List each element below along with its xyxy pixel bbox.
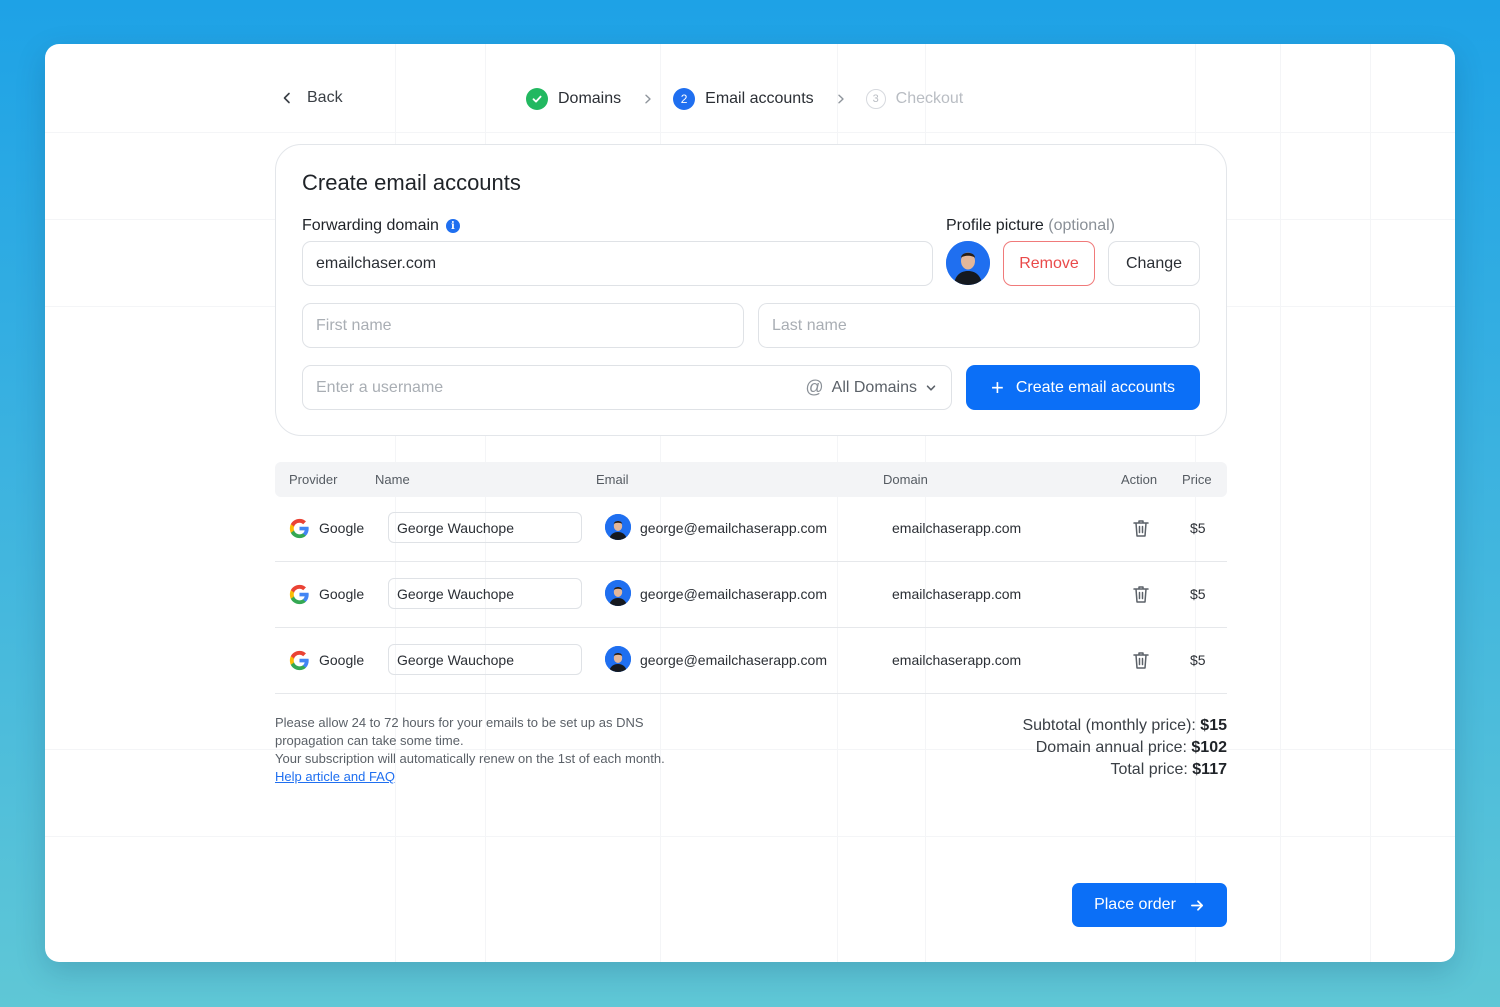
back-button[interactable]: Back bbox=[281, 89, 343, 107]
domain-annual-row: Domain annual price: $102 bbox=[1022, 737, 1227, 759]
step-email-accounts[interactable]: 2 Email accounts bbox=[673, 88, 814, 110]
step-number: 3 bbox=[865, 89, 886, 109]
last-name-input[interactable]: Last name bbox=[758, 303, 1200, 348]
step-domains[interactable]: Domains bbox=[526, 88, 621, 110]
profile-picture-text: Profile picture bbox=[946, 217, 1044, 234]
at-icon: @ bbox=[805, 377, 824, 397]
subtotal-label: Subtotal (monthly price): bbox=[1022, 717, 1196, 734]
chevron-right-icon bbox=[643, 94, 653, 104]
note-line: Your subscription will automatically ren… bbox=[275, 751, 665, 766]
subtotal-value: $15 bbox=[1200, 717, 1227, 734]
header-price: Price bbox=[1182, 472, 1212, 487]
note-line: Please allow 24 to 72 hours for your ema… bbox=[275, 715, 644, 730]
email-address: george@emailchaserapp.com bbox=[640, 652, 827, 668]
profile-avatar bbox=[946, 241, 990, 285]
trash-icon[interactable] bbox=[1132, 650, 1150, 670]
subtotal-row: Subtotal (monthly price): $15 bbox=[1022, 715, 1227, 737]
header-domain: Domain bbox=[883, 472, 928, 487]
google-icon bbox=[289, 584, 309, 605]
trash-icon[interactable] bbox=[1132, 518, 1150, 538]
last-name-placeholder: Last name bbox=[772, 316, 847, 334]
setup-note: Please allow 24 to 72 hours for your ema… bbox=[275, 714, 665, 786]
change-picture-button[interactable]: Change bbox=[1108, 241, 1200, 286]
total-label: Total price: bbox=[1110, 761, 1188, 778]
domain-select[interactable]: @ All Domains bbox=[805, 366, 937, 409]
optional-text: (optional) bbox=[1048, 217, 1115, 234]
domain-value: emailchaserapp.com bbox=[892, 652, 1022, 668]
domain-value: emailchaserapp.com bbox=[892, 520, 1022, 536]
chevron-left-icon bbox=[283, 92, 290, 104]
profile-picture-label: Profile picture (optional) bbox=[946, 217, 1115, 235]
step-checkout[interactable]: 3 Checkout bbox=[865, 89, 964, 109]
email-address: george@emailchaserapp.com bbox=[640, 520, 827, 536]
note-line: propagation can take some time. bbox=[275, 733, 464, 748]
domain-value: emailchaserapp.com bbox=[892, 586, 1022, 602]
step-number: 2 bbox=[673, 88, 696, 110]
app-window: Back Domains 2 Email accounts 3 Checkout… bbox=[45, 44, 1455, 962]
header-action: Action bbox=[1121, 472, 1158, 487]
header-name: Name bbox=[375, 472, 410, 487]
row-price: $5 bbox=[1190, 520, 1206, 536]
chevron-down-icon bbox=[926, 384, 936, 391]
forwarding-domain-value: emailchaser.com bbox=[316, 254, 437, 272]
remove-picture-button[interactable]: Remove bbox=[1003, 241, 1095, 286]
trash-icon[interactable] bbox=[1132, 584, 1150, 604]
back-label: Back bbox=[307, 89, 343, 106]
table-header: Provider Name Email Domain Action Price bbox=[275, 462, 1227, 497]
forwarding-domain-label: Forwarding domain i bbox=[302, 217, 460, 235]
domain-select-value: All Domains bbox=[831, 378, 917, 396]
row-price: $5 bbox=[1190, 586, 1206, 602]
name-value: George Wauchope bbox=[397, 519, 514, 536]
username-input[interactable]: Enter a username @ All Domains bbox=[302, 365, 952, 410]
check-icon bbox=[526, 88, 548, 110]
price-summary: Subtotal (monthly price): $15 Domain ann… bbox=[1022, 715, 1227, 781]
google-icon bbox=[289, 650, 309, 671]
provider-name: Google bbox=[319, 586, 365, 602]
email-address: george@emailchaserapp.com bbox=[640, 586, 827, 602]
create-button-label: Create email accounts bbox=[1015, 378, 1176, 396]
checkout-stepper: Domains 2 Email accounts 3 Checkout bbox=[526, 88, 963, 110]
step-label: Email accounts bbox=[705, 90, 814, 107]
card-title: Create email accounts bbox=[302, 170, 521, 195]
domain-annual-value: $102 bbox=[1191, 739, 1227, 756]
total-value: $117 bbox=[1192, 761, 1227, 778]
username-placeholder: Enter a username bbox=[316, 378, 444, 396]
first-name-placeholder: First name bbox=[316, 316, 392, 334]
first-name-input[interactable]: First name bbox=[302, 303, 744, 348]
table-row: Google George Wauchope george@emailchase… bbox=[275, 628, 1227, 694]
avatar bbox=[605, 646, 631, 672]
chevron-right-icon bbox=[836, 94, 846, 104]
name-input[interactable]: George Wauchope bbox=[388, 578, 582, 609]
place-order-button[interactable]: Place order bbox=[1072, 883, 1227, 927]
avatar bbox=[605, 514, 631, 540]
help-link[interactable]: Help article and FAQ bbox=[275, 769, 395, 784]
header-email: Email bbox=[596, 472, 629, 487]
total-row: Total price: $117 bbox=[1022, 759, 1227, 781]
create-accounts-card: Create email accounts Forwarding domain … bbox=[275, 144, 1227, 436]
avatar bbox=[605, 580, 631, 606]
step-label: Domains bbox=[558, 90, 622, 107]
create-email-accounts-button[interactable]: + Create email accounts bbox=[966, 365, 1200, 410]
table-row: Google George Wauchope george@emailchase… bbox=[275, 562, 1227, 628]
name-value: George Wauchope bbox=[397, 651, 514, 668]
provider-name: Google bbox=[319, 520, 365, 536]
name-value: George Wauchope bbox=[397, 585, 514, 602]
plus-icon: + bbox=[990, 374, 1004, 400]
provider-name: Google bbox=[319, 652, 365, 668]
table-row: Google George Wauchope george@emailchase… bbox=[275, 496, 1227, 562]
info-icon[interactable]: i bbox=[445, 219, 460, 233]
forwarding-domain-text: Forwarding domain bbox=[302, 217, 439, 234]
google-icon bbox=[289, 518, 309, 539]
name-input[interactable]: George Wauchope bbox=[388, 512, 582, 543]
step-label: Checkout bbox=[895, 90, 964, 107]
name-input[interactable]: George Wauchope bbox=[388, 644, 582, 675]
arrow-right-icon bbox=[1190, 899, 1203, 911]
domain-annual-label: Domain annual price: bbox=[1035, 739, 1187, 756]
header-provider: Provider bbox=[289, 472, 338, 487]
place-order-label: Place order bbox=[1094, 896, 1176, 913]
forwarding-domain-input[interactable]: emailchaser.com bbox=[302, 241, 933, 286]
row-price: $5 bbox=[1190, 652, 1206, 668]
